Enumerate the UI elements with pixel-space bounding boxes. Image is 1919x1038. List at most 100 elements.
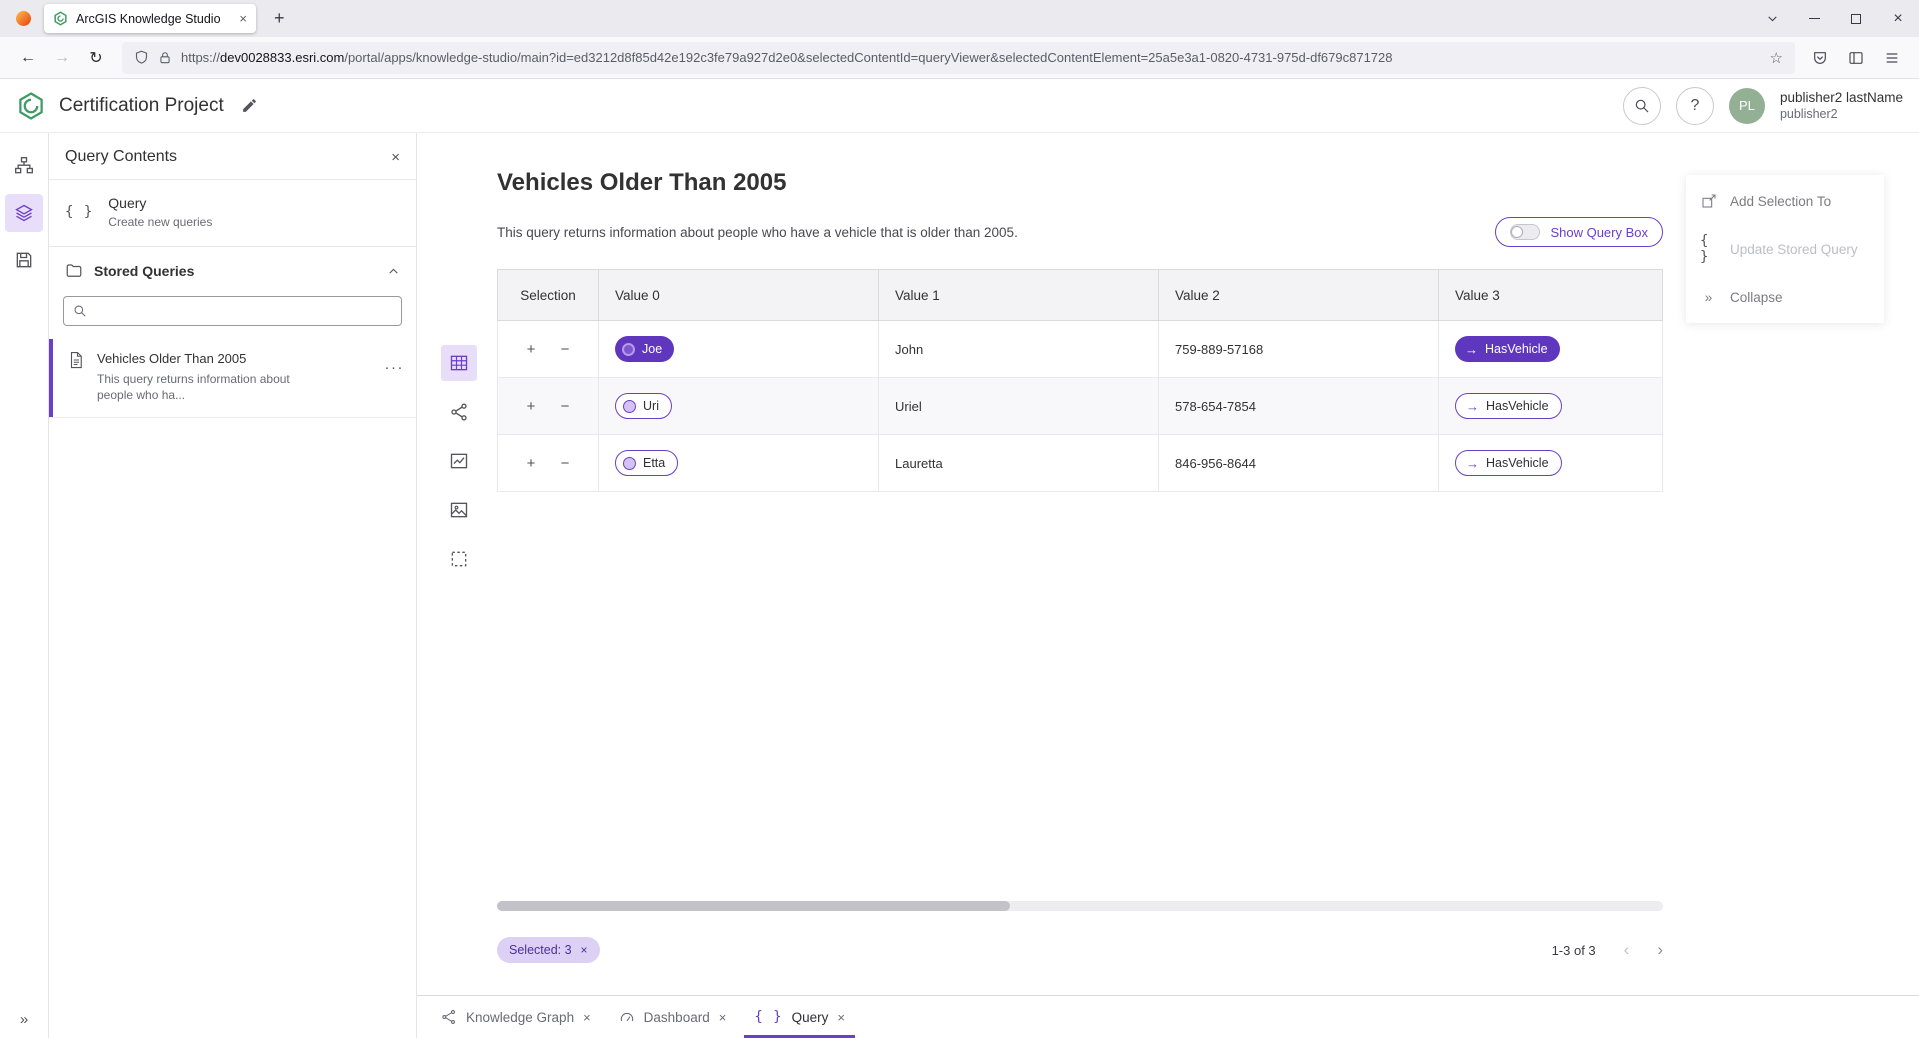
contents-layers-icon[interactable] [5, 194, 43, 232]
next-page-icon[interactable]: › [1657, 940, 1663, 960]
bookmark-star-icon[interactable]: ☆ [1770, 49, 1783, 67]
collapse-section-icon[interactable] [387, 265, 400, 278]
relationship-pill[interactable]: → HasVehicle [1455, 336, 1560, 362]
shield-icon[interactable] [134, 50, 149, 65]
expand-rail-icon[interactable]: » [20, 1011, 28, 1028]
refresh-icon[interactable]: ↻ [80, 42, 112, 74]
remove-from-selection-button[interactable]: − [556, 455, 574, 472]
clear-selection-icon[interactable]: × [581, 943, 588, 957]
table-row: + − Etta Lauretta 846-956-8644 → [497, 435, 1663, 492]
stored-queries-search-input[interactable] [63, 296, 402, 326]
stored-query-description: This query returns information about peo… [97, 371, 309, 403]
selection-cell: + − [498, 321, 599, 377]
url-text: https://dev0028833.esri.com/portal/apps/… [181, 50, 1393, 65]
chart-view-icon[interactable] [441, 443, 477, 479]
list-tabs-icon[interactable] [1751, 0, 1793, 37]
menu-hamburger-icon[interactable] [1877, 43, 1907, 73]
cell-value2: 759-889-57168 [1159, 321, 1439, 377]
tab-knowledge-graph[interactable]: Knowledge Graph × [427, 996, 605, 1038]
toggle-label: Show Query Box [1550, 225, 1648, 240]
stored-queries-header: Stored Queries [49, 247, 416, 287]
maximize-button[interactable] [1835, 0, 1877, 37]
save-icon[interactable] [5, 241, 43, 279]
help-button[interactable]: ? [1676, 87, 1714, 125]
url-bar[interactable]: https://dev0028833.esri.com/portal/apps/… [122, 42, 1795, 74]
column-header[interactable]: Value 3 [1439, 270, 1662, 320]
menu-item-add-selection-to[interactable]: Add Selection To [1686, 177, 1884, 225]
show-query-box-toggle[interactable]: Show Query Box [1495, 217, 1663, 247]
data-model-icon[interactable] [5, 147, 43, 185]
tab-favicon [53, 11, 68, 26]
column-header[interactable]: Value 0 [599, 270, 879, 320]
entity-pill[interactable]: Uri [615, 393, 672, 419]
stored-query-title: Vehicles Older Than 2005 [97, 351, 309, 366]
add-selection-icon [1700, 193, 1717, 209]
entity-pill[interactable]: Joe [615, 336, 674, 362]
scrollbar-thumb[interactable] [497, 901, 1010, 911]
document-icon [67, 351, 85, 369]
selected-count-chip[interactable]: Selected: 3 × [497, 937, 600, 963]
more-options-icon[interactable]: ··· [385, 359, 405, 376]
tab-dashboard[interactable]: Dashboard × [605, 996, 741, 1038]
column-header[interactable]: Value 1 [879, 270, 1159, 320]
column-header[interactable]: Selection [498, 270, 599, 320]
browser-tab[interactable]: ArcGIS Knowledge Studio × [44, 4, 256, 33]
cell-value1: Uriel [879, 378, 1159, 434]
relationship-pill-label: HasVehicle [1485, 342, 1548, 356]
map-view-icon[interactable] [441, 492, 477, 528]
previous-page-icon[interactable]: ‹ [1624, 940, 1630, 960]
window-close-button[interactable]: × [1877, 0, 1919, 37]
page-range: 1-3 of 3 [1552, 943, 1596, 958]
entity-pill-label: Etta [643, 456, 665, 470]
relationship-pill[interactable]: → HasVehicle [1455, 393, 1562, 419]
selected-count-label: Selected: 3 [509, 943, 572, 957]
stored-query-list-item[interactable]: Vehicles Older Than 2005 This query retu… [49, 339, 416, 418]
new-query-item[interactable]: { } Query Create new queries [49, 180, 416, 247]
lock-icon[interactable] [158, 51, 172, 65]
horizontal-scrollbar[interactable] [497, 901, 1663, 911]
query-viewer: Vehicles Older Than 2005 This query retu… [417, 133, 1919, 995]
tab-title: ArcGIS Knowledge Studio [76, 12, 221, 26]
entity-pill[interactable]: Etta [615, 450, 678, 476]
avatar[interactable]: PL [1729, 88, 1765, 124]
relationship-pill[interactable]: → HasVehicle [1455, 450, 1562, 476]
tab-close-icon[interactable]: × [719, 1010, 727, 1025]
add-to-selection-button[interactable]: + [522, 398, 540, 415]
minimize-button[interactable] [1793, 0, 1835, 37]
browser-tabstrip: ArcGIS Knowledge Studio × + × [0, 0, 1919, 37]
selection-view-icon[interactable] [441, 541, 477, 577]
entity-node-icon [623, 400, 636, 413]
browser-addressbar: ← → ↻ https://dev0028833.esri.com/portal… [0, 37, 1919, 79]
braces-icon: { } [754, 1009, 782, 1025]
arcgis-knowledge-logo [16, 91, 46, 121]
remove-from-selection-button[interactable]: − [556, 398, 574, 415]
table-view-icon[interactable] [441, 345, 477, 381]
tab-close-icon[interactable]: × [239, 11, 247, 26]
remove-from-selection-button[interactable]: − [556, 341, 574, 358]
add-to-selection-button[interactable]: + [522, 455, 540, 472]
add-to-selection-button[interactable]: + [522, 341, 540, 358]
link-chart-view-icon[interactable] [441, 394, 477, 430]
sidebar-icon[interactable] [1841, 43, 1871, 73]
pocket-icon[interactable] [1805, 43, 1835, 73]
firefox-view-icon[interactable] [10, 6, 36, 32]
new-tab-button[interactable]: + [264, 8, 295, 29]
page-title: Certification Project [59, 95, 224, 117]
column-header[interactable]: Value 2 [1159, 270, 1439, 320]
menu-item-collapse[interactable]: » Collapse [1686, 273, 1884, 321]
tab-close-icon[interactable]: × [583, 1010, 591, 1025]
forward-icon[interactable]: → [46, 42, 78, 74]
toggle-switch[interactable] [1510, 224, 1540, 240]
selection-cell: + − [498, 435, 599, 491]
menu-item-update-stored-query[interactable]: { } Update Stored Query [1686, 225, 1884, 273]
table-row: + − Uri Uriel 578-654-7854 → [497, 378, 1663, 435]
collapse-chevrons-icon: » [1700, 290, 1717, 305]
panel-close-icon[interactable]: × [391, 149, 400, 166]
tab-close-icon[interactable]: × [837, 1010, 845, 1025]
tab-query[interactable]: { } Query × [740, 996, 859, 1038]
relationship-arrow-icon: → [1466, 399, 1479, 414]
back-icon[interactable]: ← [12, 42, 44, 74]
edit-title-icon[interactable] [241, 97, 258, 114]
search-button[interactable] [1623, 87, 1661, 125]
query-item-subtitle: Create new queries [108, 215, 212, 229]
